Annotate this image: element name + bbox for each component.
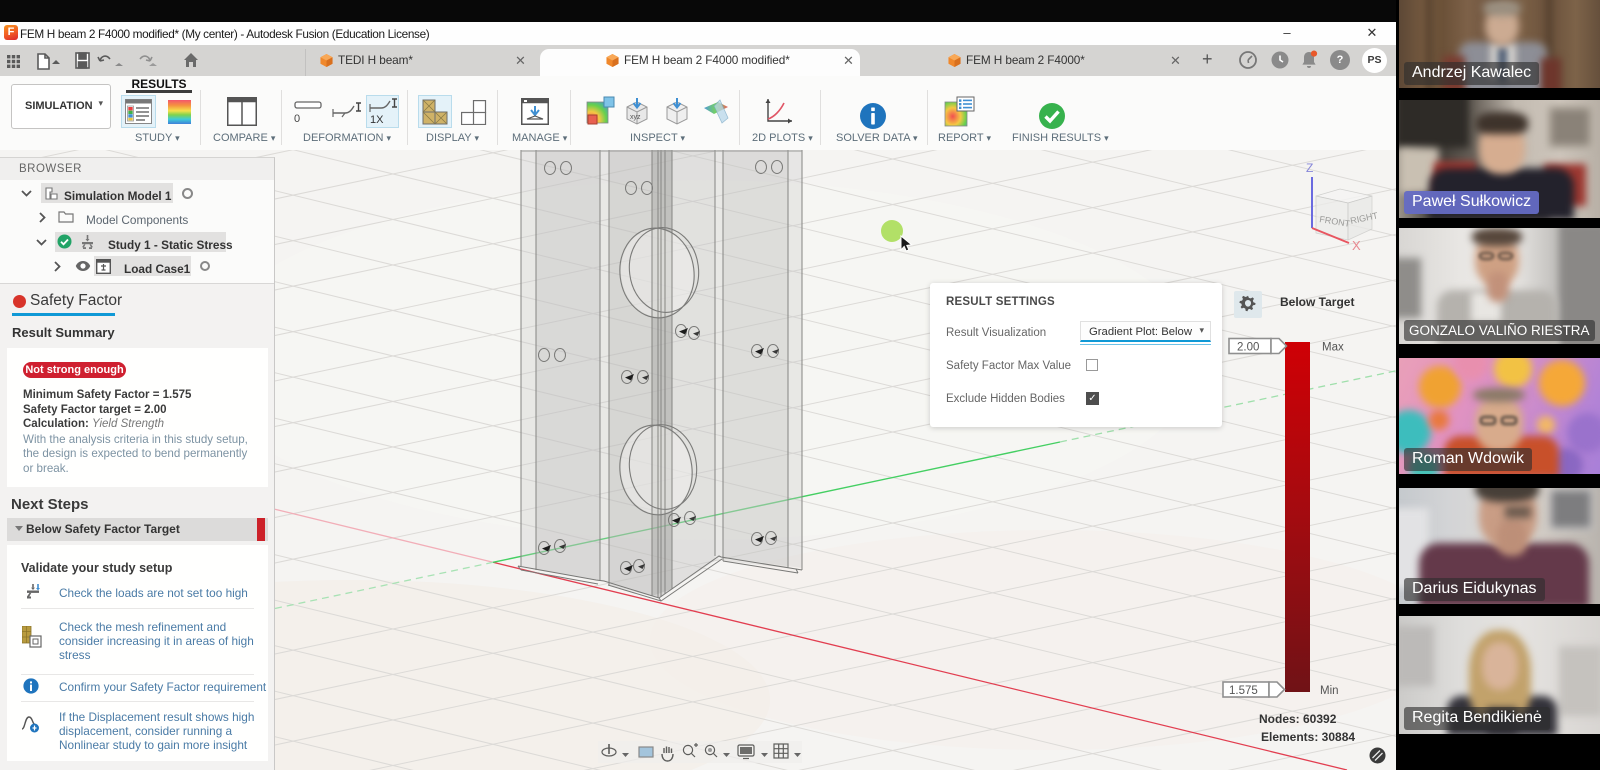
svg-text:1X: 1X [370,114,384,126]
svg-text:Z: Z [1306,161,1313,175]
svg-text:2.00: 2.00 [1237,342,1259,354]
svg-text:Max: Max [1322,342,1344,354]
svg-text:xyz: xyz [630,114,641,121]
svg-text:Min: Min [1320,685,1339,697]
svg-text:0: 0 [294,113,300,125]
svg-text:X: X [1352,238,1361,253]
svg-text:1.575: 1.575 [1229,685,1258,697]
